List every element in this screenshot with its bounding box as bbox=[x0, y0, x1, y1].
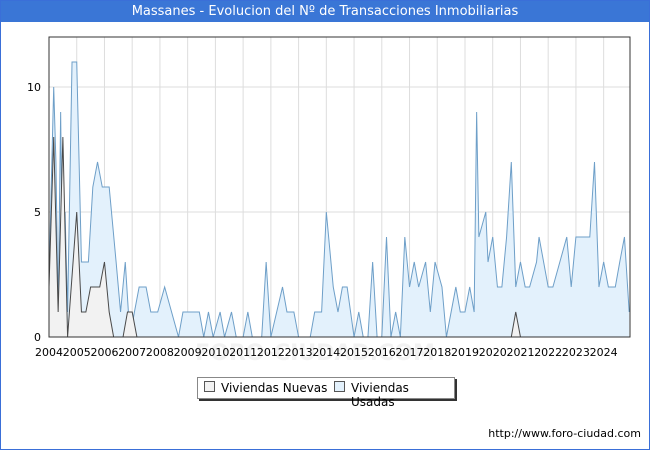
x-tick-label: 2007 bbox=[118, 346, 146, 359]
legend-label-nuevas: Viviendas Nuevas bbox=[221, 381, 328, 395]
series-viviendas-usadas-area bbox=[49, 62, 630, 337]
x-tick-label: 2019 bbox=[451, 346, 479, 359]
x-tick-label: 2022 bbox=[534, 346, 562, 359]
x-tick-label: 2005 bbox=[63, 346, 91, 359]
x-tick-label: 2017 bbox=[396, 346, 424, 359]
x-tick-label: 2023 bbox=[562, 346, 590, 359]
x-tick-label: 2015 bbox=[340, 346, 368, 359]
x-tick-label: 2012 bbox=[257, 346, 285, 359]
x-tick-label: 2014 bbox=[312, 346, 340, 359]
y-axis-ticks: 0 5 10 bbox=[27, 81, 41, 344]
x-tick-label: 2008 bbox=[146, 346, 174, 359]
y-tick-label: 0 bbox=[34, 331, 41, 344]
y-tick-label: 10 bbox=[27, 81, 41, 94]
x-tick-label: 2009 bbox=[174, 346, 202, 359]
legend-swatch-nuevas bbox=[204, 381, 215, 392]
x-tick-label: 2018 bbox=[423, 346, 451, 359]
legend-label-usadas: Viviendas Usadas bbox=[351, 381, 409, 409]
x-tick-label: 2004 bbox=[35, 346, 63, 359]
legend: Viviendas Nuevas Viviendas Usadas bbox=[197, 377, 455, 409]
x-axis-ticks: 2004 2005 2006 2007 2008 2009 2010 2011 2012 2013… bbox=[35, 346, 618, 359]
source-url: http://www.foro-ciudad.com bbox=[488, 427, 641, 440]
x-tick-label: 2010 bbox=[201, 346, 229, 359]
x-tick-label: 2024 bbox=[590, 346, 618, 359]
x-tick-label: 2020 bbox=[479, 346, 507, 359]
x-tick-label: 2011 bbox=[229, 346, 257, 359]
x-tick-label: 2016 bbox=[368, 346, 396, 359]
legend-swatch-usadas bbox=[334, 381, 345, 392]
series-layer bbox=[48, 61, 630, 338]
x-tick-label: 2013 bbox=[285, 346, 313, 359]
y-tick-label: 5 bbox=[34, 206, 41, 219]
x-tick-label: 2021 bbox=[506, 346, 534, 359]
x-tick-label: 2006 bbox=[90, 346, 118, 359]
